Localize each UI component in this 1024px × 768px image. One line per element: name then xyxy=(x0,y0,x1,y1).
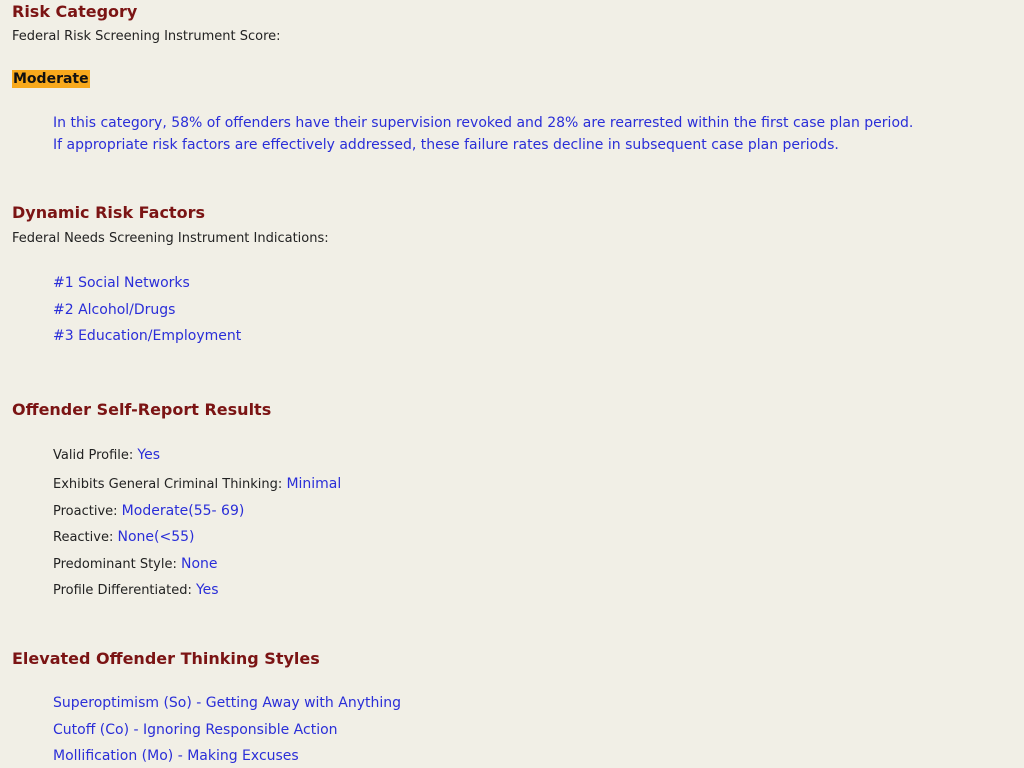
risk-screening-subtitle: Federal Risk Screening Instrument Score: xyxy=(12,29,281,44)
risk-factor-item: #2 Alcohol/Drugs xyxy=(53,302,176,318)
risk-category-heading: Risk Category xyxy=(12,2,138,21)
self-report-value: None xyxy=(181,556,218,572)
risk-report-page: Risk Category Federal Risk Screening Ins… xyxy=(0,0,1024,768)
self-report-label: Predominant Style: xyxy=(53,557,177,572)
risk-factor-item: #1 Social Networks xyxy=(53,275,190,291)
needs-screening-subtitle: Federal Needs Screening Instrument Indic… xyxy=(12,231,329,246)
self-report-label: Reactive: xyxy=(53,530,114,545)
risk-factor-item: #3 Education/Employment xyxy=(53,328,242,344)
self-report-value: Minimal xyxy=(286,476,342,492)
thinking-style-item: Mollification (Mo) - Making Excuses xyxy=(53,748,299,764)
self-report-value: Yes xyxy=(137,447,161,463)
dynamic-risk-factors-heading: Dynamic Risk Factors xyxy=(12,203,205,222)
self-report-row-predominant-style: Predominant Style: None xyxy=(53,556,218,572)
self-report-label: Exhibits General Criminal Thinking: xyxy=(53,477,283,492)
self-report-row-proactive: Proactive: Moderate(55- 69) xyxy=(53,503,244,519)
risk-description-line-2: If appropriate risk factors are effectiv… xyxy=(53,137,839,153)
self-report-row-valid-profile: Valid Profile: Yes xyxy=(53,447,160,463)
self-report-value: None(<55) xyxy=(117,529,195,545)
self-report-label: Profile Differentiated: xyxy=(53,583,192,598)
self-report-row-criminal-thinking: Exhibits General Criminal Thinking: Mini… xyxy=(53,476,341,492)
self-report-heading: Offender Self-Report Results xyxy=(12,400,272,419)
self-report-label: Valid Profile: xyxy=(53,448,134,463)
risk-score-badge: Moderate xyxy=(12,70,90,88)
thinking-style-item: Superoptimism (So) - Getting Away with A… xyxy=(53,695,401,711)
self-report-row-profile-differentiated: Profile Differentiated: Yes xyxy=(53,582,219,598)
self-report-row-reactive: Reactive: None(<55) xyxy=(53,529,194,545)
self-report-value: Moderate(55- 69) xyxy=(121,503,245,519)
self-report-label: Proactive: xyxy=(53,504,118,519)
risk-description-line-1: In this category, 58% of offenders have … xyxy=(53,115,914,131)
self-report-value: Yes xyxy=(195,582,219,598)
thinking-style-item: Cutoff (Co) - Ignoring Responsible Actio… xyxy=(53,722,338,738)
thinking-styles-heading: Elevated Offender Thinking Styles xyxy=(12,649,320,668)
